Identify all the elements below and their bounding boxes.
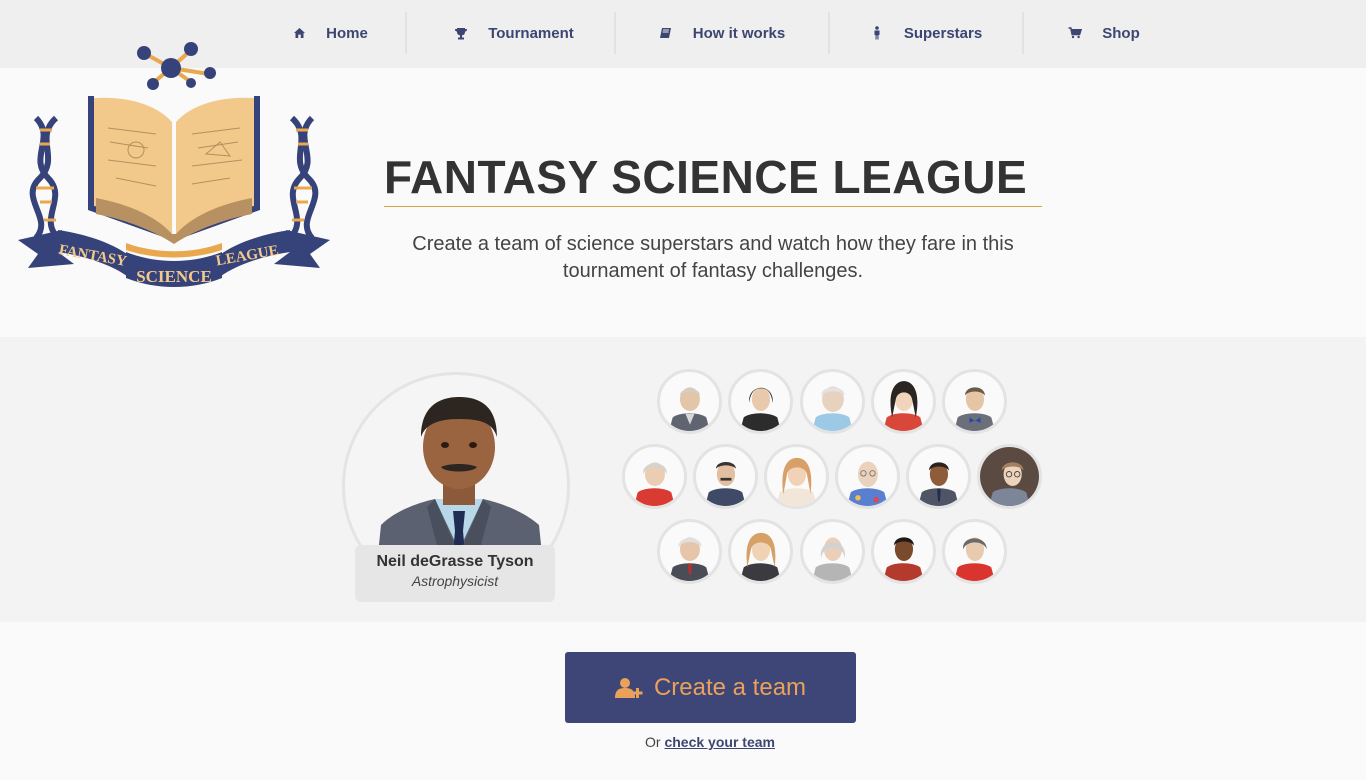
nav-divider [614,12,616,54]
check-your-team-link[interactable]: check your team [664,734,775,750]
svg-text:SCIENCE: SCIENCE [136,267,212,286]
trophy-icon [454,26,468,40]
scientist-thumb[interactable] [764,444,829,509]
fantasy-science-league-logo[interactable]: FANTASY SCIENCE LEAGUE [16,38,332,300]
nav-shop-label: Shop [1102,24,1140,42]
featured-scientist-role: Astrophysicist [411,573,499,589]
hero-tagline: Create a team of science superstars and … [360,231,1066,285]
nav-divider [1022,12,1024,54]
nav-tournament-label: Tournament [488,24,574,42]
open-book-icon [88,96,260,244]
create-team-button[interactable]: Create a team [565,652,856,723]
scientist-thumb[interactable] [871,519,936,584]
title-underline [384,206,1042,207]
scientist-thumb[interactable] [942,519,1007,584]
scientist-thumb[interactable] [800,369,865,434]
page-title: FANTASY SCIENCE LEAGUE [384,151,1028,203]
tagline-line-2: tournament of fantasy challenges. [562,260,864,282]
featured-scientist-name: Neil deGrasse Tyson [376,553,534,570]
tagline-line-1: Create a team of science superstars and … [412,233,1014,255]
nav-how-it-works[interactable]: How it works [632,0,812,66]
scientist-thumb[interactable] [728,369,793,434]
book-icon [659,26,673,40]
scientist-thumb[interactable] [906,444,971,509]
scientist-thumb[interactable] [693,444,758,509]
person-icon [870,26,884,40]
dna-left-icon [29,115,61,241]
nav-home-label: Home [326,24,368,42]
or-text: Or [645,734,661,750]
nav-how-it-works-label: How it works [692,24,786,42]
scientist-thumb[interactable] [800,519,865,584]
check-team-line: Or check your team [560,734,860,750]
nav-superstars-label: Superstars [903,24,983,42]
featured-scientist-card: Neil deGrasse Tyson Astrophysicist [355,545,555,602]
molecule-icon [137,42,216,90]
scientist-thumb[interactable] [835,444,900,509]
nav-divider [405,12,407,54]
scientist-thumb[interactable] [657,519,722,584]
nav-divider [828,12,830,54]
nav-tournament[interactable]: Tournament [425,0,603,66]
nav-superstars[interactable]: Superstars [846,0,1006,66]
create-team-label: Create a team [653,673,807,701]
nav-shop[interactable]: Shop [1042,0,1166,66]
dna-right-icon [287,115,319,241]
scientist-thumb[interactable] [622,444,687,509]
scientist-thumb[interactable] [728,519,793,584]
add-user-icon [614,677,643,698]
scientist-thumb[interactable] [977,444,1042,509]
scientist-thumb[interactable] [657,369,722,434]
cart-icon [1068,26,1083,40]
scientist-thumb[interactable] [871,369,936,434]
scientist-thumb[interactable] [942,369,1007,434]
